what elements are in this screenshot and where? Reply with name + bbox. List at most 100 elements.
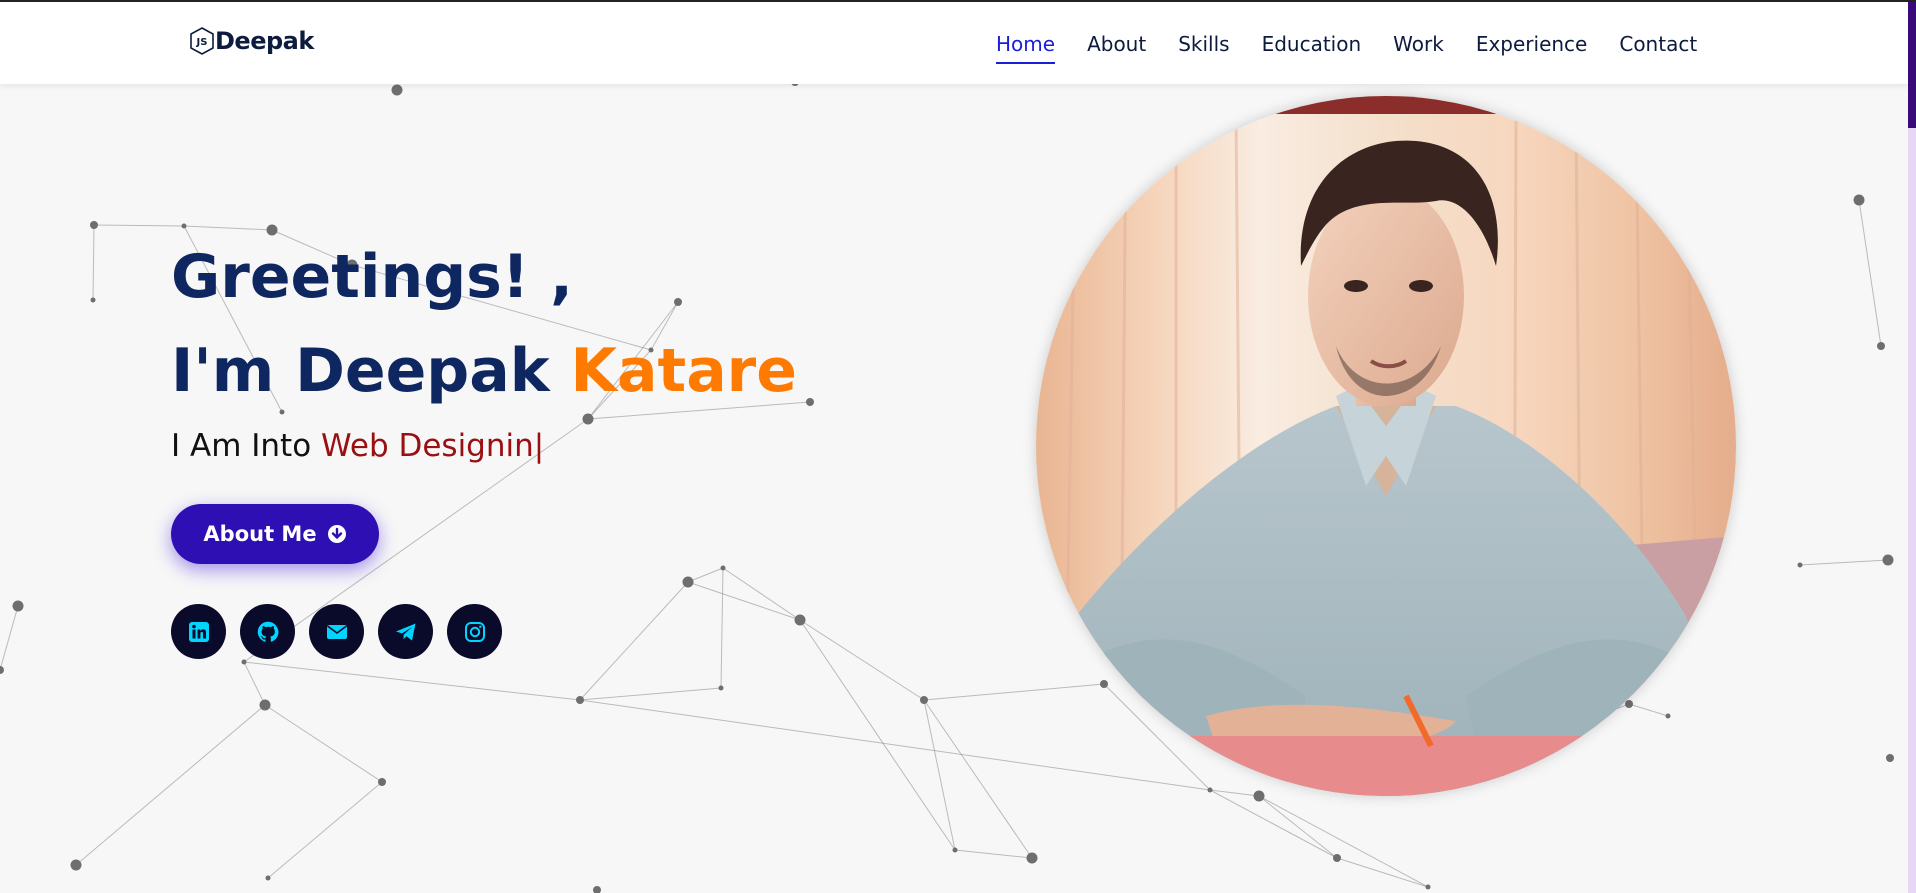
name-prefix: I'm Deepak [171, 336, 571, 406]
particle-link [799, 619, 925, 701]
github-icon [257, 621, 278, 642]
particle-link [1858, 199, 1882, 347]
particle-dot [1886, 754, 1894, 762]
greeting-heading: Greetings! , [171, 242, 573, 312]
particle-dot [1877, 342, 1885, 350]
portrait-illustration [1036, 96, 1736, 796]
particle-dot [12, 600, 24, 612]
particle-link [267, 781, 383, 879]
arrow-down-circle-icon [327, 525, 346, 543]
email-link[interactable] [309, 604, 364, 659]
nav-education[interactable]: Education [1262, 32, 1362, 64]
particle-dot [259, 699, 271, 711]
particle-dot [1333, 854, 1341, 862]
particle-link [92, 224, 95, 301]
particle-dot [265, 875, 271, 881]
particle-dot [181, 223, 187, 229]
particle-dot [794, 614, 806, 626]
particle-dot [593, 886, 601, 893]
particle-dot [1100, 680, 1108, 688]
particle-link [720, 567, 724, 689]
about-me-button[interactable]: About Me [171, 504, 379, 564]
social-links [171, 604, 502, 659]
particle-link [0, 605, 19, 671]
main-nav: Home About Skills Education Work Experie… [996, 32, 1729, 64]
particle-link [579, 699, 1211, 791]
window-top-edge [0, 0, 1916, 2]
page-scrollbar-track[interactable] [1908, 2, 1916, 893]
profile-photo [1036, 96, 1736, 796]
instagram-link[interactable] [447, 604, 502, 659]
particle-dot [1253, 790, 1265, 802]
particle-link [243, 661, 266, 706]
particle-dot [378, 778, 386, 786]
particle-dot [391, 84, 403, 96]
linkedin-icon [188, 621, 209, 642]
particle-dot [0, 666, 4, 674]
particle-dot [90, 221, 98, 229]
particle-link [93, 224, 185, 227]
particle-link [579, 581, 689, 701]
js-hexagon-icon: JS [190, 27, 214, 55]
particle-dot [806, 398, 814, 406]
role-prefix: I Am Into [171, 428, 322, 464]
particle-link [243, 661, 581, 701]
nav-experience[interactable]: Experience [1476, 32, 1588, 64]
particle-dot [682, 576, 694, 588]
particle-link [1209, 789, 1338, 859]
nav-skills[interactable]: Skills [1178, 32, 1229, 64]
particle-dot [1797, 562, 1803, 568]
name-accent: Katare [570, 336, 797, 406]
particle-link [687, 567, 724, 583]
page-scrollbar-thumb[interactable] [1908, 2, 1916, 128]
particle-link [954, 849, 1033, 859]
particle-dot [718, 685, 724, 691]
github-link[interactable] [240, 604, 295, 659]
telegram-link[interactable] [378, 604, 433, 659]
particle-dot [1853, 194, 1865, 206]
nav-about[interactable]: About [1087, 32, 1146, 64]
particle-dot [720, 565, 726, 571]
particle-link [75, 704, 266, 866]
particle-link [1258, 795, 1338, 859]
linkedin-link[interactable] [171, 604, 226, 659]
particle-dot [1665, 713, 1671, 719]
particle-link [579, 687, 722, 701]
logo-text: Deepak [215, 27, 314, 55]
typing-role-line: I Am Into Web Designin| [171, 428, 797, 464]
particle-dot [90, 297, 96, 303]
site-logo[interactable]: JS Deepak [189, 26, 314, 56]
particle-link [1628, 703, 1669, 717]
hero-text: Greetings! , I'm Deepak Katare I Am Into… [171, 238, 797, 464]
role-typed-text: Web Designin| [321, 428, 545, 464]
telegram-icon [395, 623, 415, 640]
instagram-icon [464, 621, 485, 642]
envelope-icon [326, 624, 347, 639]
particle-dot [920, 696, 928, 704]
particle-dot [1026, 852, 1038, 864]
particle-link [923, 683, 1105, 701]
name-heading: I'm Deepak Katare [171, 332, 797, 410]
particle-link [264, 704, 383, 783]
particle-dot [1882, 554, 1894, 566]
particle-dot [266, 224, 278, 236]
particle-link [722, 567, 801, 621]
particle-link [1258, 795, 1429, 888]
about-me-label: About Me [203, 522, 317, 546]
site-header: JS Deepak Home About Skills Education Wo… [0, 2, 1908, 84]
nav-home[interactable]: Home [996, 32, 1056, 64]
particle-link [1209, 789, 1260, 797]
particle-dot [952, 847, 958, 853]
particle-dot [1207, 787, 1213, 793]
particle-dot [576, 696, 584, 704]
nav-contact[interactable]: Contact [1619, 32, 1697, 64]
svg-text:JS: JS [196, 37, 208, 48]
particle-link [183, 225, 273, 231]
particle-dot [1425, 884, 1431, 890]
nav-work[interactable]: Work [1393, 32, 1444, 64]
particle-link [1799, 559, 1889, 566]
particle-dot [70, 859, 82, 871]
particle-dot [1625, 700, 1633, 708]
particle-link [687, 581, 801, 621]
particle-dot [241, 659, 247, 665]
